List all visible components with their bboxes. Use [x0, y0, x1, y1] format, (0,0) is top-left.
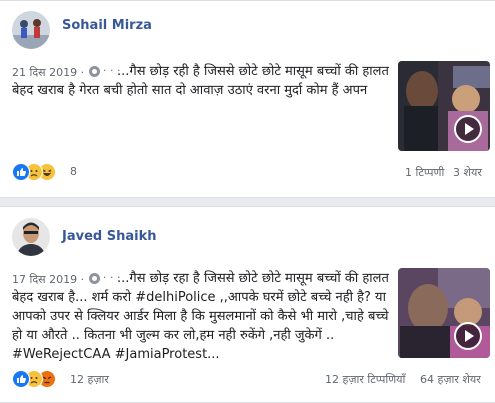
- reaction-count[interactable]: 8: [70, 165, 77, 178]
- comment-count[interactable]: 1 टिप्पणी: [405, 165, 444, 180]
- post-text: ...गैस छोड़ रही है जिससे छोटे छोटे मासूम…: [12, 64, 389, 98]
- author-avatar[interactable]: [12, 11, 50, 49]
- post-card: Sohail Mirza 21 दिस 2019 · · · · ...गैस …: [0, 0, 495, 198]
- reaction-count[interactable]: 12 हज़ार: [70, 372, 109, 387]
- share-count[interactable]: 64 हज़ार शेयर: [420, 372, 481, 387]
- play-icon[interactable]: [454, 115, 482, 143]
- comment-count[interactable]: 12 हज़ार टिप्पणियाँ: [325, 372, 405, 387]
- author-avatar[interactable]: [12, 218, 50, 256]
- post-text: ...गैस छोड़ रहा है जिससे छोटे छोटे मासूम…: [12, 271, 389, 362]
- video-thumbnail[interactable]: [398, 268, 490, 358]
- like-icon[interactable]: [12, 163, 30, 181]
- play-icon[interactable]: [454, 322, 482, 350]
- share-count[interactable]: 3 शेयर: [453, 165, 482, 180]
- author-name[interactable]: Sohail Mirza: [62, 18, 152, 33]
- post-card: Javed Shaikh 17 दिस 2019 · · · · ...गैस …: [0, 206, 495, 403]
- video-thumbnail[interactable]: [398, 61, 490, 151]
- author-name[interactable]: Javed Shaikh: [62, 229, 156, 244]
- like-icon[interactable]: [12, 370, 30, 388]
